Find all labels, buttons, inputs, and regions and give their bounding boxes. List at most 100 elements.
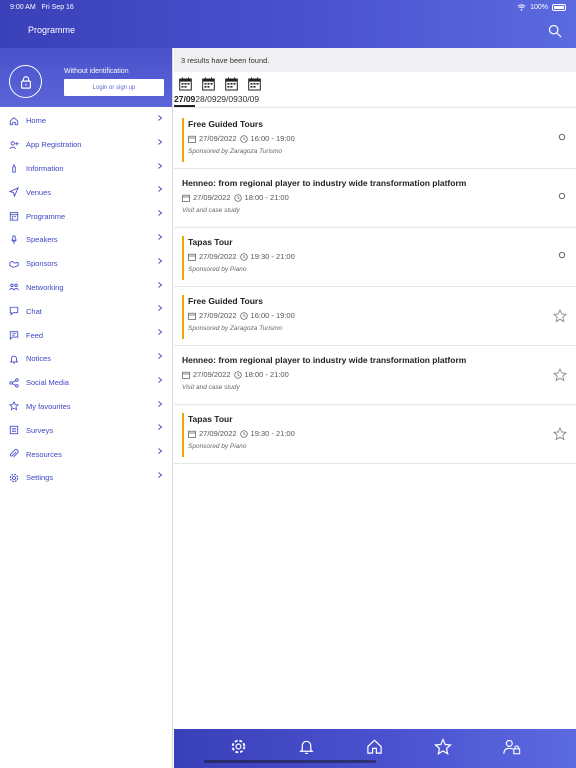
share-icon bbox=[9, 378, 19, 388]
session-date: 27/09/2022 bbox=[199, 429, 237, 438]
calendar-icon[interactable] bbox=[179, 77, 192, 91]
chevron-right-icon bbox=[158, 257, 163, 264]
user-plus-icon bbox=[9, 140, 19, 150]
sidebar-profile-header: Without identification Login or sign up bbox=[0, 48, 172, 107]
chevron-right-icon bbox=[158, 353, 163, 359]
star-outline-icon[interactable] bbox=[553, 427, 567, 441]
clock-icon bbox=[233, 193, 242, 202]
session-item[interactable]: Free Guided Tours 27/09/2022 16:00 - 19:… bbox=[174, 110, 576, 169]
calendar-icon[interactable] bbox=[202, 77, 215, 91]
sidebar-item-chat[interactable]: Chat bbox=[0, 299, 172, 323]
calendar-icon[interactable] bbox=[225, 77, 238, 91]
date-tab[interactable]: 27/09 bbox=[174, 94, 196, 107]
calendar-icon[interactable] bbox=[248, 77, 261, 91]
sponsor-accent-bar bbox=[182, 295, 184, 339]
sidebar-item-my-favourites[interactable]: My favourites bbox=[0, 395, 172, 419]
sponsor-accent-bar bbox=[182, 236, 184, 280]
calendar-small-icon bbox=[188, 312, 196, 320]
chevron-right-icon bbox=[158, 376, 163, 383]
sidebar-item-label: Networking bbox=[26, 282, 64, 292]
session-meta: 27/09/2022 19:30 - 21:00 bbox=[188, 429, 576, 438]
chevron-right-icon bbox=[158, 210, 163, 217]
session-item[interactable]: Free Guided Tours 27/09/2022 16:00 - 19:… bbox=[174, 287, 576, 346]
favourite-dot-icon[interactable] bbox=[558, 251, 566, 259]
microphone-icon bbox=[9, 235, 19, 245]
session-meta: 27/09/2022 16:00 - 19:00 bbox=[188, 311, 576, 320]
chat-icon bbox=[9, 306, 19, 317]
session-date: 27/09/2022 bbox=[193, 193, 231, 202]
sidebar-item-label: Information bbox=[26, 163, 64, 173]
sidebar-item-label: Home bbox=[26, 116, 47, 126]
star-icon bbox=[9, 401, 19, 411]
session-item[interactable]: Henneo: from regional player to industry… bbox=[174, 346, 576, 405]
nav-home-button[interactable] bbox=[366, 738, 384, 756]
wifi-icon bbox=[517, 3, 526, 11]
results-count: 3 results have been found. bbox=[174, 48, 576, 72]
session-item[interactable]: Henneo: from regional player to industry… bbox=[174, 169, 576, 228]
sidebar-item-venues[interactable]: Venues bbox=[0, 180, 172, 204]
chevron-right-icon bbox=[158, 424, 163, 431]
sidebar-item-sponsors[interactable]: Sponsors bbox=[0, 252, 172, 276]
sidebar-item-surveys[interactable]: Surveys bbox=[0, 418, 172, 442]
sidebar-item-home[interactable]: Home bbox=[0, 109, 172, 133]
session-date: 27/09/2022 bbox=[199, 252, 237, 261]
nav-settings-button[interactable] bbox=[229, 738, 247, 756]
session-date: 27/09/2022 bbox=[193, 370, 231, 379]
gear-icon bbox=[231, 739, 245, 754]
sidebar-item-label: Programme bbox=[26, 211, 66, 221]
date-tab[interactable]: 30/09 bbox=[238, 94, 259, 107]
sidebar-item-information[interactable]: Information bbox=[0, 157, 172, 181]
sidebar-item-notices[interactable]: Notices bbox=[0, 347, 172, 371]
session-time: 16:00 - 19:00 bbox=[250, 311, 295, 320]
star-outline-icon[interactable] bbox=[553, 368, 567, 382]
date-tab[interactable]: 29/09 bbox=[217, 94, 238, 107]
session-description: Visit and case study bbox=[182, 384, 240, 391]
favourite-dot-icon[interactable] bbox=[558, 192, 566, 200]
sidebar-item-settings[interactable]: Settings bbox=[0, 466, 172, 490]
lock-avatar[interactable] bbox=[9, 65, 42, 98]
chevron-right-icon bbox=[158, 186, 163, 193]
star-outline-icon[interactable] bbox=[553, 309, 567, 323]
session-item[interactable]: Tapas Tour 27/09/2022 19:30 - 21:00 Spon… bbox=[174, 228, 576, 287]
sidebar-item-programme[interactable]: Programme bbox=[0, 204, 172, 228]
chevron-right-icon bbox=[158, 234, 163, 240]
sidebar-item-label: My favourites bbox=[26, 401, 71, 411]
nav-favourites-button[interactable] bbox=[434, 737, 453, 756]
calendar-small-icon bbox=[182, 194, 190, 202]
session-date: 27/09/2022 bbox=[199, 311, 237, 320]
session-title: Free Guided Tours bbox=[188, 296, 263, 306]
status-date: Fri Sep 16 bbox=[41, 3, 74, 11]
battery-percent: 100% bbox=[530, 3, 548, 11]
chevron-right-icon bbox=[158, 138, 163, 145]
calendar-small-icon bbox=[188, 253, 196, 261]
favourite-dot-icon[interactable] bbox=[558, 133, 566, 141]
bell-icon bbox=[299, 740, 314, 755]
sponsor-accent-bar bbox=[182, 413, 184, 457]
date-tabs: 27/09 28/09 29/09 30/09 bbox=[174, 94, 576, 108]
without-identification-label: Without identification bbox=[64, 68, 129, 75]
user-lock-icon bbox=[503, 739, 520, 754]
gear-icon bbox=[9, 473, 19, 483]
session-title: Henneo: from regional player to industry… bbox=[182, 178, 467, 188]
sidebar-item-resources[interactable]: Resources bbox=[0, 442, 172, 466]
session-time: 19:30 - 21:00 bbox=[250, 252, 295, 261]
nav-profile-button[interactable] bbox=[503, 738, 521, 756]
sidebar-item-networking[interactable]: Networking bbox=[0, 276, 172, 300]
login-button[interactable]: Login or sign up bbox=[64, 79, 164, 96]
search-icon[interactable] bbox=[548, 24, 562, 38]
sidebar-item-label: Chat bbox=[26, 306, 42, 316]
sidebar-item-social-media[interactable]: Social Media bbox=[0, 371, 172, 395]
date-tab[interactable]: 28/09 bbox=[195, 94, 216, 107]
sidebar-item-feed[interactable]: Feed bbox=[0, 323, 172, 347]
info-icon bbox=[9, 163, 19, 174]
paperclip-icon bbox=[9, 449, 19, 459]
nav-notices-button[interactable] bbox=[298, 738, 316, 756]
session-sponsor: Sponsored by Zaragoza Turismo bbox=[188, 148, 283, 155]
clock-icon bbox=[239, 252, 248, 261]
sidebar-item-app-registration[interactable]: App Registration bbox=[0, 133, 172, 157]
session-item[interactable]: Tapas Tour 27/09/2022 19:30 - 21:00 Spon… bbox=[174, 405, 576, 464]
sidebar-item-label: Settings bbox=[26, 473, 54, 483]
sidebar-item-speakers[interactable]: Speakers bbox=[0, 228, 172, 252]
chevron-right-icon bbox=[158, 329, 163, 336]
session-title: Free Guided Tours bbox=[188, 119, 263, 129]
